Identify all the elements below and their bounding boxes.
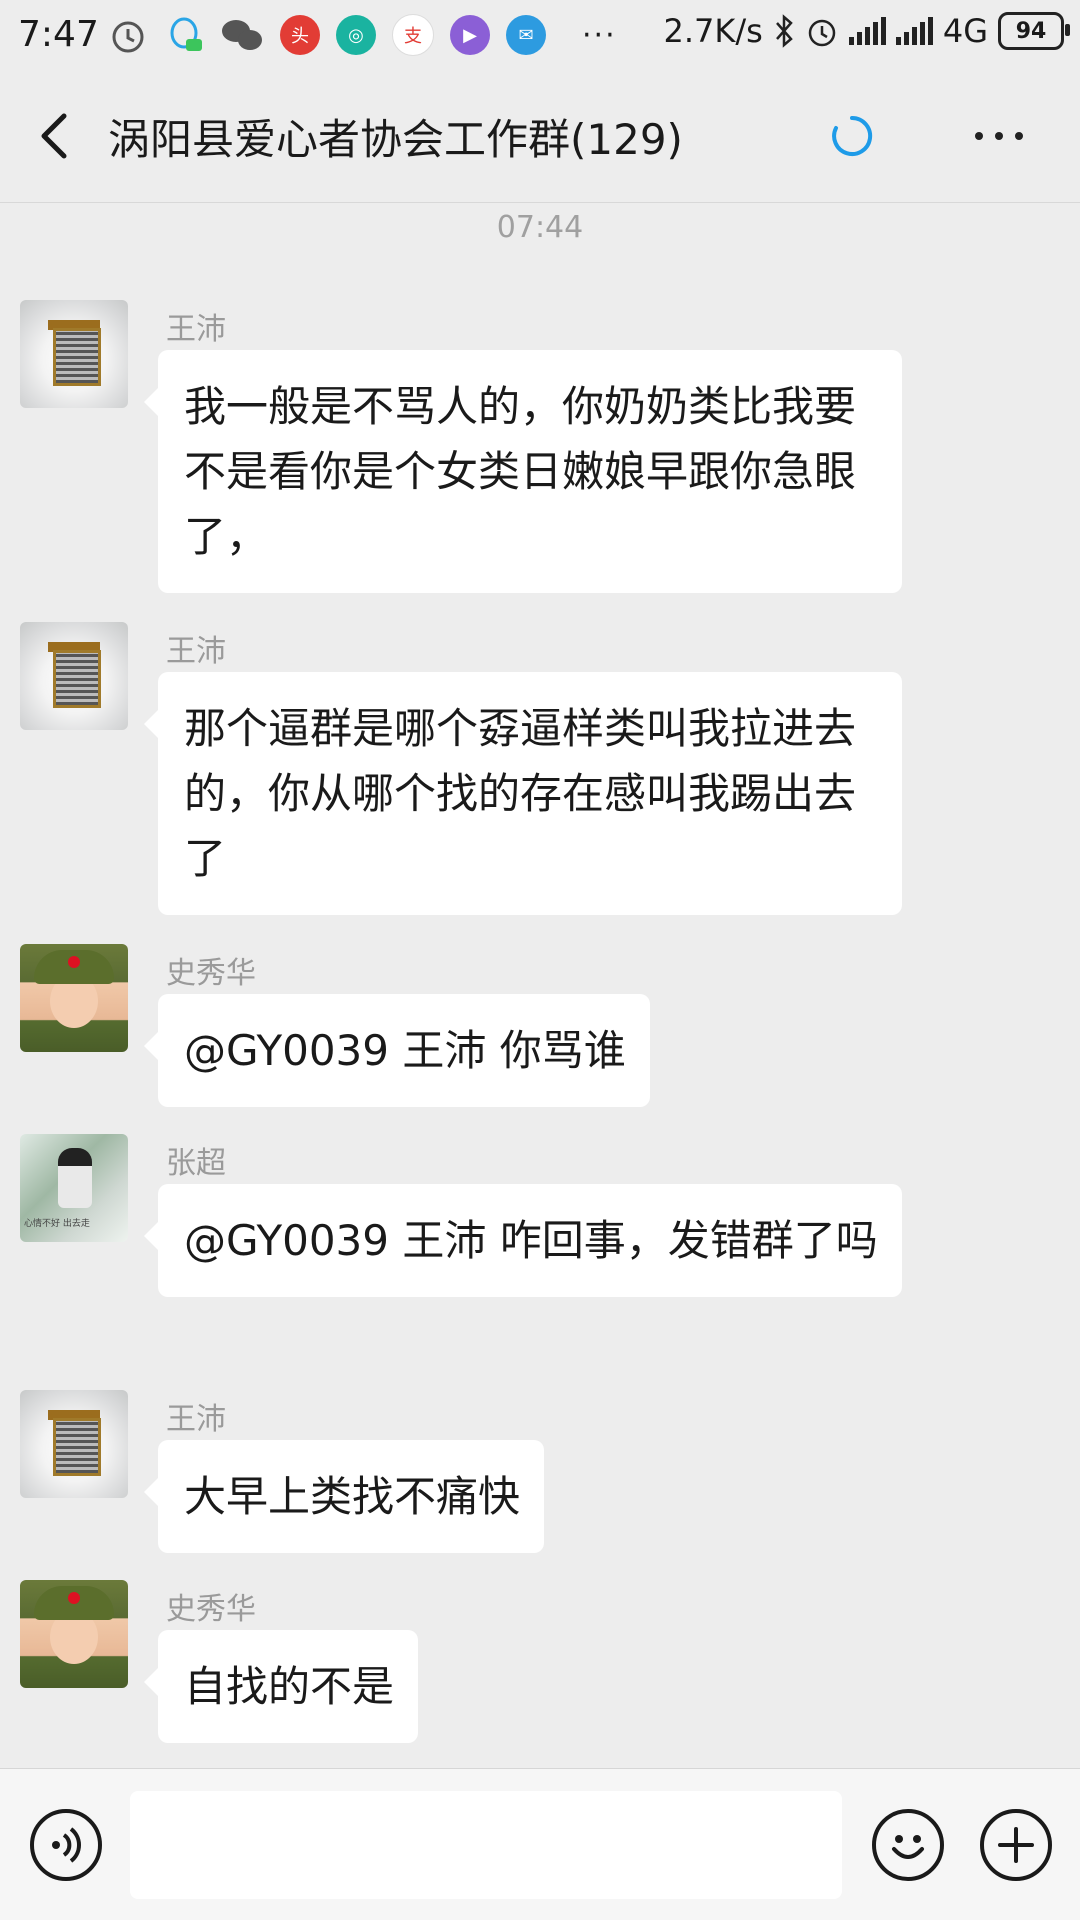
message-bubble[interactable]: @GY0039 王沛 你骂谁 [144,994,650,1107]
voice-input-button[interactable] [30,1809,102,1881]
avatar[interactable]: 心情不好 出去走 [20,1134,128,1242]
avatar[interactable] [20,1390,128,1498]
battery-icon: 94 [998,12,1070,50]
signal-icon-2 [895,17,933,45]
loading-spinner-icon [832,115,873,156]
net-speed: 2.7K/s [663,12,763,50]
chat-title: 涡阳县爱心者协会工作群(129) [108,115,683,164]
reader-app-icon: ✉ [506,15,546,55]
plus-icon [998,1827,1034,1863]
message-bubble[interactable]: 我一般是不骂人的，你奶奶类比我要不是看你是个女类日嫩娘早跟你急眼了， [144,350,902,593]
qq-chat-icon [170,17,202,51]
more-options-button[interactable] [975,126,1035,146]
message-bubble[interactable]: 大早上类找不痛快 [143,1440,545,1553]
emoji-button[interactable] [872,1809,944,1881]
notification-icons: 头 ◎ 支 ▶ ✉ ··· [108,14,617,56]
sender-name: 王沛 [166,312,226,347]
bluetooth-icon [775,14,793,48]
network-type: 4G [942,12,988,50]
news-app-icon: 头 [280,15,320,55]
chat-header: 涡阳县爱心者协会工作群(129) [0,76,1080,203]
alarm-icon [112,21,144,53]
wechat-icon [222,20,262,50]
chat-screen: 7:47 头 ◎ 支 ▶ ✉ ··· 2.7K/s 4G 94 涡阳县爱心者协会… [0,0,1080,1920]
avatar-caption: 心情不好 出去走 [24,1219,90,1229]
avatar[interactable] [20,1580,128,1688]
input-bar [0,1768,1080,1920]
message-input[interactable] [130,1791,842,1899]
sender-name: 史秀华 [166,956,256,991]
alipay-icon: 支 [392,14,434,56]
status-right: 2.7K/s 4G 94 [663,12,1070,50]
sender-name: 王沛 [166,1402,226,1437]
sender-name: 史秀华 [166,1592,256,1627]
emoji-icon [892,1835,924,1859]
message-bubble[interactable]: 那个逼群是哪个孬逼样类叫我拉进去的，你从哪个找的存在感叫我踢出去了 [144,672,902,915]
sender-name: 张超 [166,1146,226,1181]
more-functions-button[interactable] [980,1809,1052,1881]
avatar[interactable] [20,300,128,408]
status-time: 7:47 [18,14,99,55]
more-notifications-icon: ··· [582,17,617,53]
alarm-clock-icon [808,19,836,47]
message-bubble[interactable]: @GY0039 王沛 咋回事，发错群了吗 [144,1184,902,1297]
video-app-icon: ▶ [450,15,490,55]
sender-name: 王沛 [166,634,226,669]
message-bubble[interactable]: 自找的不是 [143,1630,419,1743]
status-bar: 7:47 头 ◎ 支 ▶ ✉ ··· 2.7K/s 4G 94 [0,0,1080,76]
back-arrow-icon[interactable] [28,106,88,166]
message-timestamp: 07:44 [496,210,584,245]
battery-level: 94 [1015,18,1047,44]
avatar[interactable] [20,622,128,730]
voice-icon [52,1827,81,1863]
signal-icon [848,17,886,45]
avatar[interactable] [20,944,128,1052]
browser-app-icon: ◎ [336,15,376,55]
